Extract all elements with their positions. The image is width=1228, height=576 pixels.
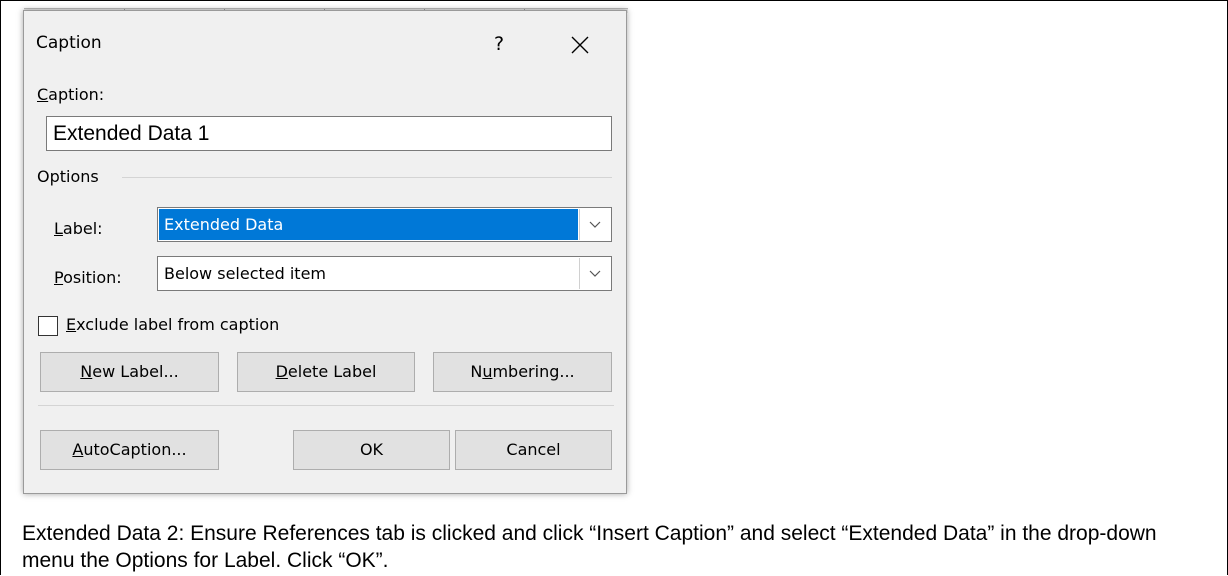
numbering-accel: u bbox=[482, 362, 493, 381]
options-group-divider bbox=[122, 177, 612, 178]
caption-input[interactable]: Extended Data 1 bbox=[46, 116, 612, 151]
autocaption-button[interactable]: AutoCaption... bbox=[40, 430, 219, 470]
dialog-title: Caption bbox=[36, 33, 102, 53]
ok-button[interactable]: OK bbox=[293, 430, 450, 470]
exclude-label-text[interactable]: Exclude label from caption bbox=[66, 315, 279, 334]
autocaption-accel: A bbox=[72, 440, 84, 459]
numbering-button[interactable]: Numbering... bbox=[433, 352, 612, 392]
position-dropdown[interactable]: Below selected item bbox=[157, 256, 612, 291]
chevron-down-icon bbox=[589, 221, 601, 228]
help-button[interactable]: ? bbox=[482, 27, 516, 61]
label-field-label: Label: bbox=[54, 219, 103, 238]
close-button[interactable] bbox=[560, 27, 600, 61]
label-dropdown[interactable]: Extended Data bbox=[157, 207, 612, 242]
figure-caption-text: Extended Data 2: Ensure References tab i… bbox=[22, 522, 1157, 572]
position-dropdown-arrow[interactable] bbox=[579, 258, 610, 289]
label-dropdown-arrow[interactable] bbox=[579, 209, 610, 240]
exclude-label-checkbox[interactable] bbox=[38, 316, 58, 336]
new-label-button[interactable]: New Label... bbox=[40, 352, 219, 392]
chevron-down-icon bbox=[589, 270, 601, 277]
dialog-separator bbox=[38, 405, 614, 406]
exclude-accel: E bbox=[66, 315, 77, 334]
label-dropdown-value: Extended Data bbox=[159, 209, 578, 240]
caption-label-rest: aption: bbox=[48, 85, 105, 104]
cancel-button[interactable]: Cancel bbox=[455, 430, 612, 470]
position-dropdown-value: Below selected item bbox=[164, 264, 326, 283]
caption-field-label: Caption: bbox=[37, 85, 104, 104]
position-label-accel: P bbox=[54, 268, 64, 287]
new-label-accel: N bbox=[80, 362, 93, 381]
delete-label-button[interactable]: Delete Label bbox=[237, 352, 415, 392]
delete-label-accel: D bbox=[275, 362, 288, 381]
position-field-label: Position: bbox=[54, 268, 122, 287]
options-group-label: Options bbox=[37, 167, 99, 186]
label-label-accel: L bbox=[54, 219, 63, 238]
close-icon bbox=[571, 36, 589, 54]
caption-dialog: Caption ? Caption: Extended Data 1 Optio… bbox=[23, 10, 627, 494]
caption-label-accel: C bbox=[37, 85, 49, 104]
